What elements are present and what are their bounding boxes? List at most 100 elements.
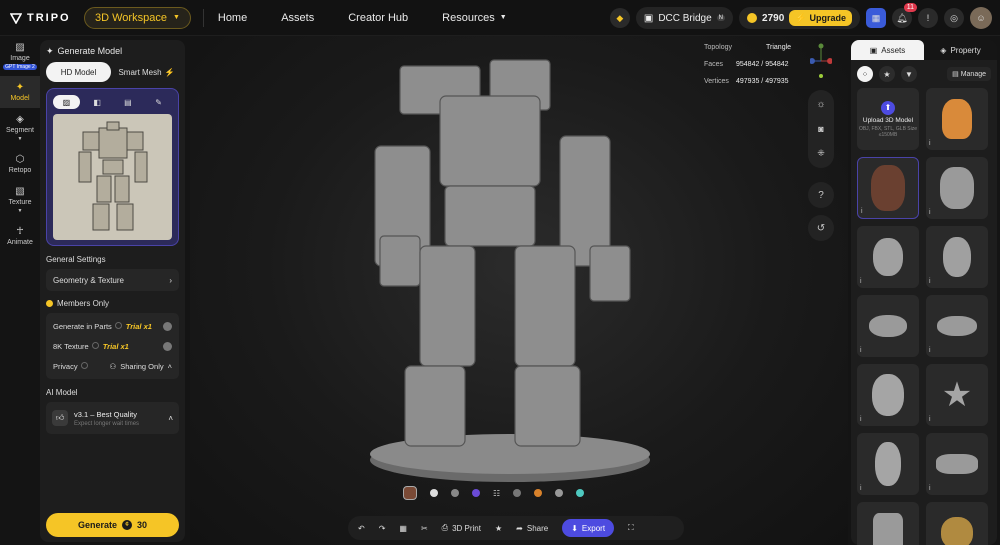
material-gray-icon[interactable]: [513, 489, 522, 497]
asset-tile-star[interactable]: ★ i: [926, 364, 988, 426]
smart-mesh-button[interactable]: Smart Mesh ⚡: [114, 62, 179, 82]
ai-model-select[interactable]: 👍︎ v3.1 – Best Quality Expect longer wai…: [46, 402, 179, 434]
rail-item-texture[interactable]: ▧ Texture ▼: [0, 180, 40, 220]
nav-creator-hub[interactable]: Creator Hub: [348, 12, 408, 24]
3d-print-button[interactable]: ⎙ 3D Print: [442, 523, 481, 533]
girl-model-icon: [871, 165, 905, 211]
alert-icon[interactable]: !: [918, 8, 938, 28]
info-icon[interactable]: i: [929, 485, 931, 492]
info-icon[interactable]: i: [860, 347, 862, 354]
info-icon[interactable]: i: [860, 278, 862, 285]
scene-grid-icon[interactable]: ▦: [399, 524, 407, 533]
grid-layout-icon[interactable]: ⁜: [817, 148, 825, 159]
material-metal-icon[interactable]: [555, 489, 564, 497]
bear-model-icon: [872, 374, 904, 416]
asset-tile-turtle[interactable]: i: [926, 295, 988, 357]
export-button[interactable]: ⬇ Export: [562, 519, 615, 537]
asset-tile-girl[interactable]: i: [857, 157, 919, 219]
asset-tile-car[interactable]: i: [926, 433, 988, 495]
image-input-box[interactable]: ▨ ◧ ▤ ✎: [46, 88, 179, 246]
tab-assets[interactable]: ▣ Assets: [851, 40, 924, 60]
8k-texture-toggle[interactable]: [163, 341, 172, 351]
credits-display[interactable]: 2790 ⚡ Upgrade: [739, 7, 860, 29]
redo-icon[interactable]: ↷: [379, 524, 386, 533]
asset-tile-owl[interactable]: i: [857, 226, 919, 288]
help-icon[interactable]: [80, 361, 88, 369]
material-teal-icon[interactable]: [576, 489, 585, 497]
nav-resources-label: Resources: [442, 11, 495, 24]
hd-model-button[interactable]: HD Model: [46, 62, 111, 82]
upload-3d-model-tile[interactable]: ⬆ Upload 3D Model OBJ, FBX, STL, GLB Siz…: [857, 88, 919, 150]
asset-tile-figure[interactable]: i: [926, 157, 988, 219]
material-normal-icon[interactable]: [451, 489, 459, 497]
help-button[interactable]: ?: [808, 182, 834, 208]
generate-button[interactable]: Generate ¢ 30: [46, 513, 179, 537]
manage-button[interactable]: ▤ Manage: [947, 67, 991, 81]
language-globe-icon[interactable]: ◎: [944, 8, 964, 28]
history-icon[interactable]: ↺: [808, 215, 834, 241]
multiview-tab[interactable]: ◧: [84, 95, 111, 109]
apps-icon[interactable]: ▦: [866, 8, 886, 28]
members-options: Generate in Parts Trial x1 8K Texture Tria…: [46, 313, 179, 379]
info-icon[interactable]: i: [929, 209, 931, 216]
upgrade-button[interactable]: ⚡ Upgrade: [789, 10, 852, 26]
asset-tile-snowman[interactable]: i: [857, 433, 919, 495]
star-filter-icon[interactable]: ★: [879, 66, 895, 82]
rail-item-segment[interactable]: ◈ Segment ▼: [0, 108, 40, 148]
nav-resources[interactable]: Resources ▼: [442, 12, 507, 24]
upload-title: Upload 3D Model: [862, 116, 914, 124]
info-icon[interactable]: i: [861, 208, 863, 215]
info-icon[interactable]: i: [860, 485, 862, 492]
asset-tile-creature[interactable]: [926, 502, 988, 545]
asset-tile-penguin[interactable]: i: [926, 226, 988, 288]
nav-assets[interactable]: Assets: [281, 12, 314, 24]
info-icon[interactable]: i: [929, 416, 931, 423]
geometry-texture-option[interactable]: Geometry & Texture ›: [46, 269, 179, 291]
rail-item-model[interactable]: ✦ Model: [0, 76, 40, 108]
camera-icon[interactable]: ◙: [818, 124, 823, 134]
material-white-icon[interactable]: [430, 489, 438, 497]
avatar-thumbnail[interactable]: [403, 486, 417, 500]
wireframe-icon[interactable]: ☷: [493, 489, 500, 498]
avatar[interactable]: ☺: [970, 7, 992, 29]
lighting-sun-icon[interactable]: ☼: [816, 99, 825, 110]
nav-home[interactable]: Home: [218, 12, 247, 24]
favorite-star-icon[interactable]: ★: [495, 524, 502, 533]
tab-property[interactable]: ◈ Property: [924, 40, 997, 60]
info-icon[interactable]: i: [929, 347, 931, 354]
info-icon[interactable]: i: [929, 278, 931, 285]
asset-tile-bear[interactable]: i: [857, 364, 919, 426]
rail-item-image[interactable]: ▨ Image GPT Image 2: [0, 36, 40, 76]
single-image-tab[interactable]: ▨: [53, 95, 80, 109]
asset-tile-shell[interactable]: i: [857, 295, 919, 357]
axis-gizmo-icon[interactable]: [810, 42, 832, 80]
notification-bell-icon[interactable]: 🔔︎ 11: [892, 3, 917, 28]
campaign-icon[interactable]: ◆: [609, 8, 630, 28]
material-purple-icon[interactable]: [472, 489, 480, 497]
all-assets-icon[interactable]: ⁘: [857, 66, 873, 82]
brush-icon[interactable]: ✂: [421, 524, 428, 533]
share-button[interactable]: ➦ Share: [516, 524, 548, 533]
rail-item-animate[interactable]: ☥ Animate: [0, 220, 40, 252]
dcc-bridge-button[interactable]: ▣ DCC Bridge N: [635, 7, 734, 29]
info-icon[interactable]: i: [860, 416, 862, 423]
workspace-selector[interactable]: 3D Workspace ▼: [84, 6, 191, 29]
ai-model-note: Expect longer wait times: [74, 420, 140, 427]
rail-item-retopo[interactable]: ⬡ Retopo: [0, 148, 40, 180]
printer-icon: ⎙: [441, 523, 449, 532]
filter-funnel-icon[interactable]: ▼: [901, 66, 917, 82]
info-icon[interactable]: i: [929, 140, 931, 147]
asset-tile-cat[interactable]: i: [926, 88, 988, 150]
undo-icon[interactable]: ↶: [358, 524, 365, 533]
gallery-tab[interactable]: ▤: [115, 95, 142, 109]
material-orange-icon[interactable]: [534, 489, 543, 497]
3d-viewport[interactable]: Topology Triangle Faces 954842 / 954842 Ve…: [190, 36, 848, 545]
help-icon[interactable]: [114, 321, 122, 329]
help-icon[interactable]: [91, 341, 99, 349]
tripo-logo[interactable]: TRIPO: [10, 12, 72, 24]
generate-in-parts-toggle[interactable]: [163, 321, 172, 331]
fullscreen-icon[interactable]: ⛶: [628, 523, 634, 533]
asset-tile-robot[interactable]: [857, 502, 919, 545]
draw-tab[interactable]: ✎: [145, 95, 172, 109]
privacy-select[interactable]: ⚇ Sharing Only ˄: [110, 362, 172, 371]
